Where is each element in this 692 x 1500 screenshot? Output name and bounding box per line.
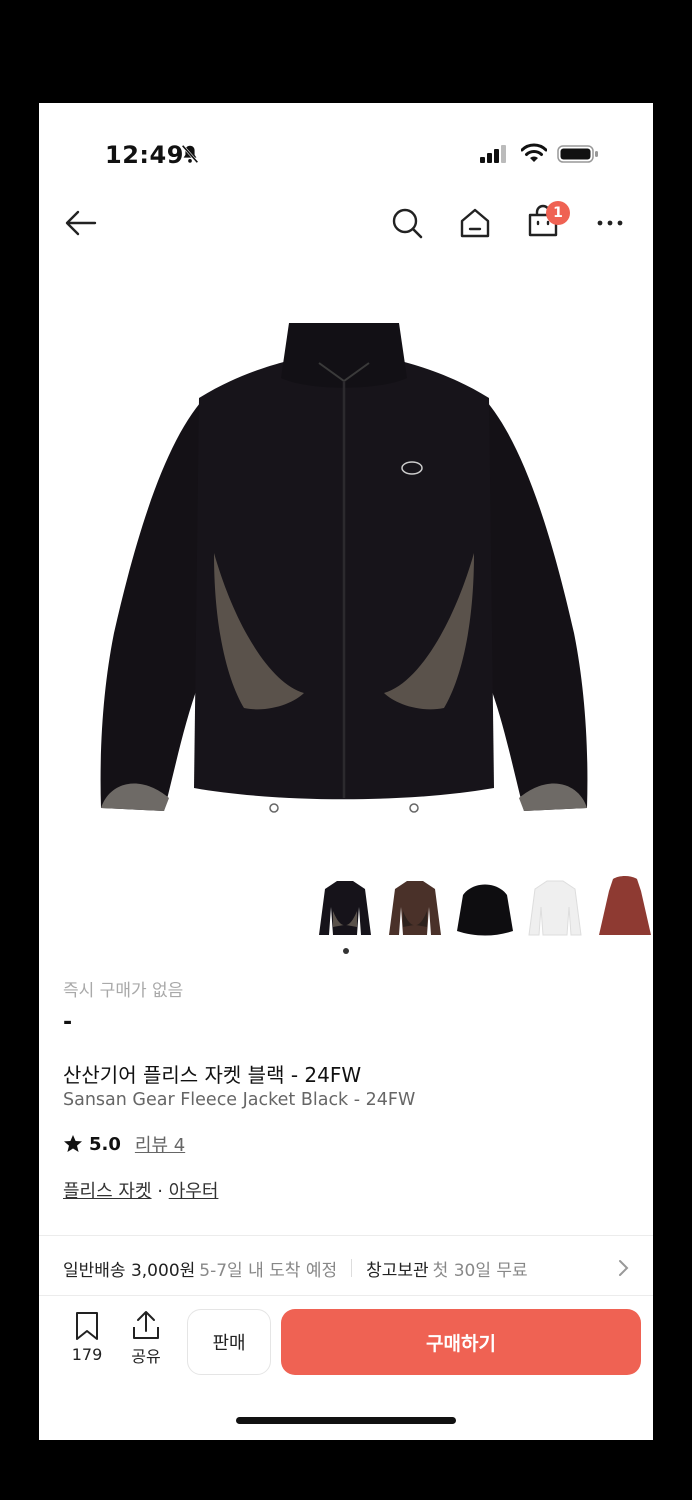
cart-count-badge: 1: [546, 201, 570, 225]
bell-off-icon: [181, 144, 199, 164]
category-separator: ·: [157, 1181, 163, 1202]
carousel-indicator: [343, 948, 349, 954]
thumbnail-white[interactable]: [525, 875, 585, 939]
star-icon: [64, 1135, 82, 1152]
storage-label: 창고보관: [366, 1260, 429, 1281]
more-options-icon[interactable]: [593, 205, 629, 241]
search-icon[interactable]: [389, 205, 425, 241]
battery-icon: [557, 145, 598, 163]
rating-row: 5.0 리뷰 4: [63, 1131, 185, 1157]
standard-shipping-eta: 5-7일 내 도착 예정: [199, 1260, 338, 1281]
divider: [39, 1235, 653, 1236]
thumbnail-black[interactable]: [315, 875, 375, 939]
share-button[interactable]: 공유: [128, 1309, 164, 1371]
wifi-icon: [521, 143, 547, 162]
back-arrow-icon[interactable]: [63, 205, 99, 241]
no-instant-purchase-label: 즉시 구매가 없음: [63, 981, 184, 1001]
review-link[interactable]: 리뷰 4: [135, 1131, 185, 1157]
standard-shipping-label: 일반배송 3,000원: [63, 1260, 196, 1281]
buy-button[interactable]: 구매하기: [281, 1309, 641, 1375]
product-title-ko: 산산기어 플리스 자켓 블랙 - 24FW: [63, 1063, 362, 1087]
home-icon[interactable]: [457, 205, 493, 241]
home-indicator: [236, 1417, 456, 1424]
bookmark-count: 179: [71, 1345, 103, 1364]
chevron-right-icon: [619, 1260, 629, 1276]
product-image: [100, 323, 588, 813]
divider: [39, 1295, 653, 1296]
category-breadcrumb: 플리스 자켓 · 아우터: [63, 1177, 218, 1203]
app-screen: 12:49 1 즉시 구매가 없음 - 산산기어 플리스 자켓 블랙 - 24F…: [39, 103, 653, 1440]
category-main-link[interactable]: 플리스 자켓: [63, 1181, 152, 1202]
thumbnail-brown[interactable]: [385, 875, 445, 939]
separator: [351, 1259, 353, 1277]
price: -: [63, 1010, 73, 1035]
thumbnail-red[interactable]: [595, 875, 653, 939]
signal-icon: [480, 145, 506, 163]
status-time: 12:49: [105, 141, 184, 169]
category-sub-link[interactable]: 아우터: [169, 1181, 219, 1202]
sell-button[interactable]: 판매: [187, 1309, 271, 1375]
share-label: 공유: [131, 1347, 161, 1366]
bookmark-button[interactable]: 179: [69, 1311, 105, 1371]
bookmark-icon: [76, 1312, 98, 1340]
rating-value: 5.0: [89, 1133, 121, 1155]
shipping-info-row[interactable]: 일반배송 3,000원 5-7일 내 도착 예정 창고보관 첫 30일 무료: [63, 1253, 633, 1283]
product-title-en: Sansan Gear Fleece Jacket Black - 24FW: [63, 1090, 416, 1110]
storage-promo: 첫 30일 무료: [432, 1260, 528, 1281]
share-icon: [133, 1311, 159, 1339]
thumbnail-black-hood[interactable]: [455, 875, 515, 939]
